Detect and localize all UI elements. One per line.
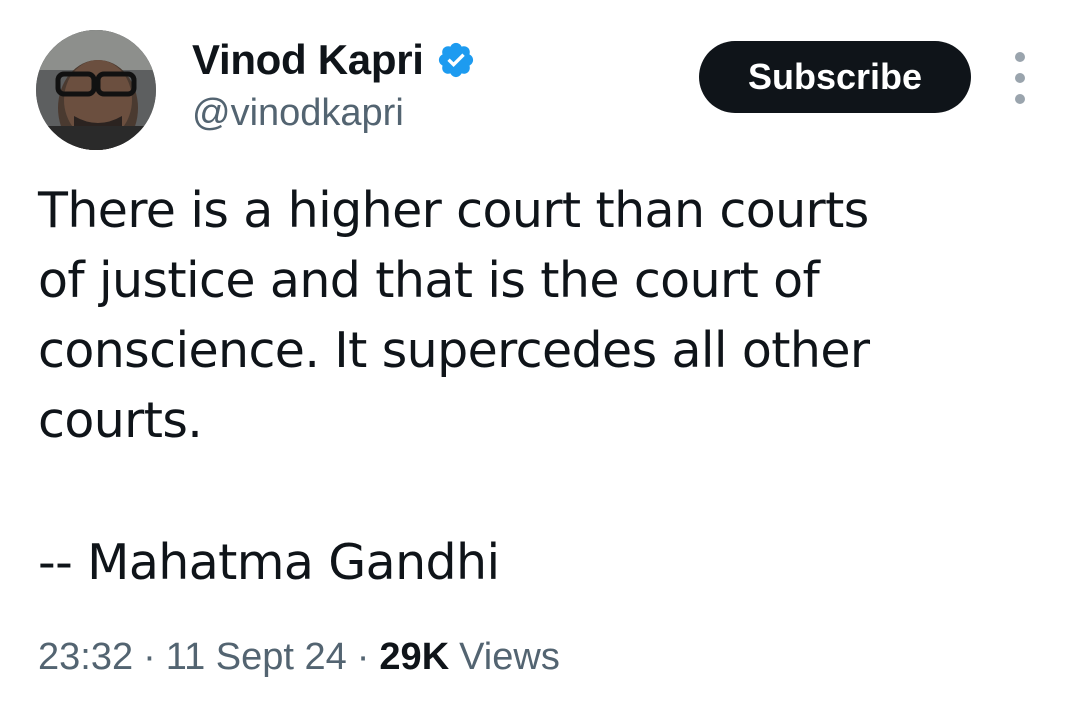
views-count[interactable]: 29K xyxy=(379,636,449,679)
more-vertical-icon[interactable] xyxy=(1004,52,1036,104)
more-dot xyxy=(1015,73,1025,83)
avatar[interactable] xyxy=(36,30,156,150)
tweet-text: There is a higher court than courts of j… xyxy=(38,176,938,456)
tweet-text-line: conscience. It supercedes all other xyxy=(38,322,870,379)
tweet-attribution: -- Mahatma Gandhi xyxy=(38,534,500,591)
more-dot xyxy=(1015,94,1025,104)
author-display-name[interactable]: Vinod Kapri xyxy=(192,36,424,84)
meta-separator: · xyxy=(356,636,370,678)
subscribe-button[interactable]: Subscribe xyxy=(699,41,971,113)
author-name-row: Vinod Kapri xyxy=(192,36,476,84)
views-label: Views xyxy=(459,636,560,678)
tweet-text-line: of justice and that is the court of xyxy=(38,252,820,309)
tweet-text-line: There is a higher court than courts xyxy=(38,182,869,239)
tweet-text-line: courts. xyxy=(38,392,203,449)
author-handle[interactable]: @vinodkapri xyxy=(192,92,404,135)
verified-badge-icon[interactable] xyxy=(436,40,476,80)
tweet-time[interactable]: 23:32 xyxy=(38,636,133,679)
more-dot xyxy=(1015,52,1025,62)
tweet-card: Vinod Kapri @vinodkapri Subscribe There … xyxy=(0,0,1079,722)
tweet-meta: 23:32 · 11 Sept 24 · 29K Views xyxy=(38,636,560,679)
avatar-photo xyxy=(36,30,156,150)
meta-separator: · xyxy=(143,636,156,678)
tweet-date[interactable]: 11 Sept 24 xyxy=(166,636,347,679)
